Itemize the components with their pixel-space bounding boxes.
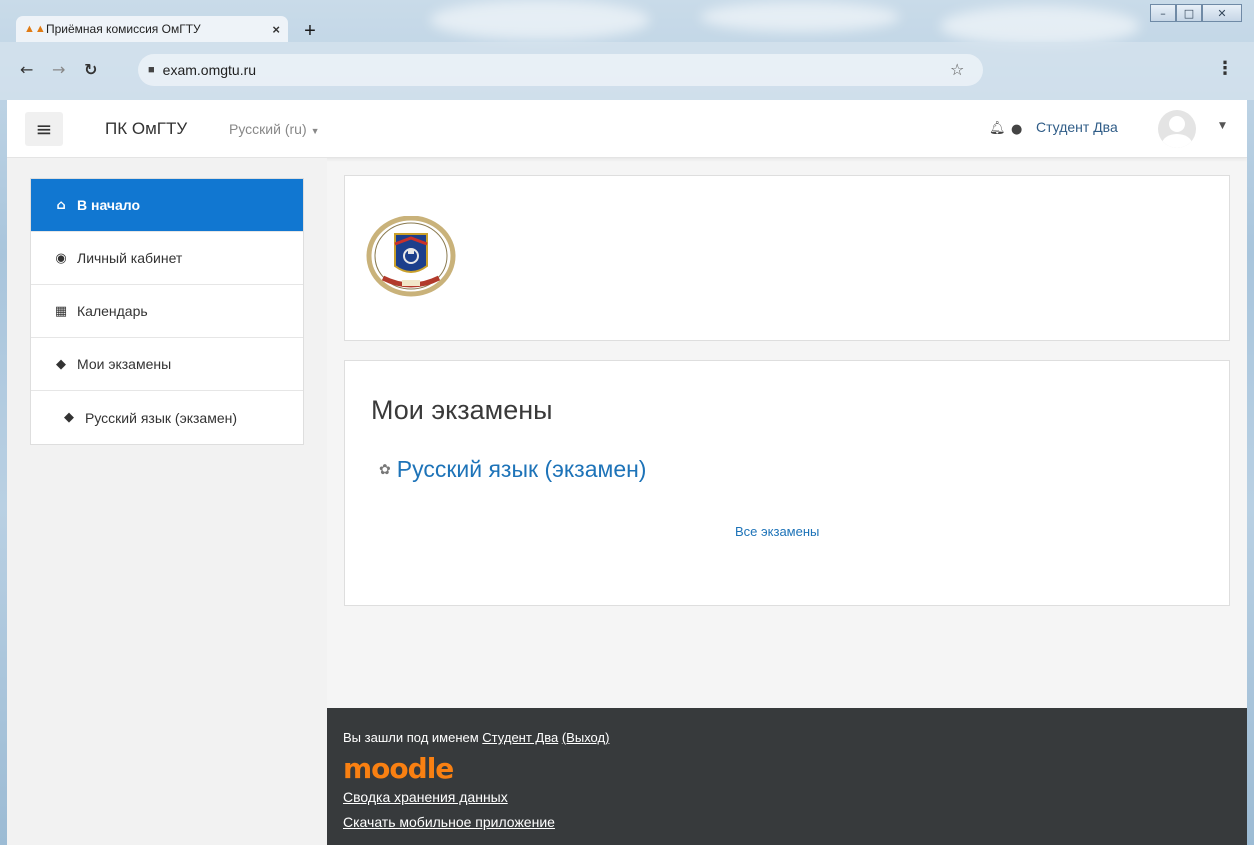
home-icon: ⌂: [56, 197, 66, 213]
user-menu-name[interactable]: Студент Два: [1036, 119, 1118, 135]
course-icon: ✿: [379, 461, 391, 478]
nav-item-home[interactable]: ⌂ В начало: [31, 179, 303, 232]
tab-title: Приёмная комиссия ОмГТУ: [46, 22, 201, 36]
nav-item-label: Мои экзамены: [77, 356, 172, 372]
site-name-link[interactable]: ПК ОмГТУ: [105, 119, 187, 139]
login-info: Вы зашли под именем Студент Два (Выход): [343, 730, 609, 745]
page-footer: Вы зашли под именем Студент Два (Выход) …: [327, 708, 1247, 845]
lock-icon: ■: [148, 64, 155, 76]
calendar-icon: ▦: [54, 303, 68, 319]
course-link-russian-exam[interactable]: ✿ Русский язык (экзамен): [379, 456, 646, 483]
address-bar[interactable]: ■ exam.omgtu.ru: [138, 54, 983, 86]
nav-item-my-exams[interactable]: ◆ Мои экзамены: [31, 338, 303, 391]
nav-item-calendar[interactable]: ▦ Календарь: [31, 285, 303, 338]
nav-item-label: Личный кабинет: [77, 250, 183, 266]
nav-list: ⌂ В начало ◉ Личный кабинет ▦ Календарь …: [30, 178, 304, 445]
dashboard-icon: ◉: [55, 250, 67, 266]
language-label: Русский (ru): [229, 121, 307, 137]
favicon-icon: ▲▲: [24, 23, 46, 35]
forward-arrow-icon[interactable]: →: [52, 60, 65, 79]
browser-menu-icon[interactable]: ⋮: [1216, 58, 1234, 79]
back-arrow-icon[interactable]: ←: [20, 60, 33, 79]
university-crest-icon: [366, 216, 456, 297]
browser-toolbar: ← → ↻ ■ exam.omgtu.ru ☆ ⋮: [0, 42, 1254, 100]
nav-item-label: Календарь: [77, 303, 148, 319]
hamburger-menu-icon[interactable]: ≡: [25, 112, 63, 146]
moodle-logo[interactable]: moodle: [343, 752, 454, 785]
profile-link[interactable]: Студент Два: [482, 730, 558, 745]
language-menu[interactable]: Русский (ru) ▼: [229, 121, 320, 137]
all-exams-link[interactable]: Все экзамены: [735, 524, 819, 539]
nav-drawer: ⌂ В начало ◉ Личный кабинет ▦ Календарь …: [7, 158, 327, 845]
reload-icon[interactable]: ↻: [84, 60, 97, 79]
block-title: Мои экзамены: [371, 395, 553, 425]
graduation-cap-icon: ◆: [56, 356, 66, 372]
message-icon[interactable]: ●: [1011, 122, 1022, 137]
avatar[interactable]: [1158, 110, 1196, 148]
page-viewport: ≡ ПК ОмГТУ Русский (ru) ▼ 🔔︎ ● Студент Дв…: [7, 100, 1247, 845]
nav-item-russian-exam[interactable]: ◆ Русский язык (экзамен): [31, 391, 303, 444]
browser-window: – □ ✕ ▲▲ Приёмная комиссия ОмГТУ × + ← →…: [0, 0, 1254, 845]
caret-down-icon[interactable]: ▼: [1219, 121, 1226, 131]
new-tab-button[interactable]: +: [298, 20, 322, 42]
tab-strip: ▲▲ Приёмная комиссия ОмГТУ × +: [0, 0, 1254, 42]
graduation-cap-icon: ◆: [64, 410, 74, 425]
my-exams-block: Мои экзамены ✿ Русский язык (экзамен) Вс…: [344, 360, 1230, 606]
nav-item-label: Русский язык (экзамен): [85, 409, 238, 426]
browser-tab[interactable]: ▲▲ Приёмная комиссия ОмГТУ ×: [16, 16, 288, 42]
tab-close-icon[interactable]: ×: [272, 22, 280, 37]
login-prefix: Вы зашли под именем: [343, 730, 479, 745]
data-retention-link[interactable]: Сводка хранения данных: [343, 789, 508, 805]
nav-item-dashboard[interactable]: ◉ Личный кабинет: [31, 232, 303, 285]
site-navbar: ≡ ПК ОмГТУ Русский (ru) ▼ 🔔︎ ● Студент Дв…: [7, 100, 1247, 158]
nav-item-label: В начало: [77, 197, 141, 213]
url-text: exam.omgtu.ru: [162, 62, 257, 78]
bookmark-star-icon[interactable]: ☆: [950, 60, 964, 79]
logout-link[interactable]: (Выход): [562, 730, 610, 745]
course-link-label: Русский язык (экзамен): [396, 456, 647, 482]
logo-block: [344, 175, 1230, 341]
avatar-head: [1169, 116, 1185, 132]
avatar-body: [1162, 134, 1192, 148]
caret-down-icon: ▼: [310, 126, 320, 136]
bell-icon[interactable]: 🔔︎: [989, 121, 1006, 136]
mobile-app-link[interactable]: Скачать мобильное приложение: [343, 814, 555, 830]
main-content: Мои экзамены ✿ Русский язык (экзамен) Вс…: [327, 158, 1247, 718]
